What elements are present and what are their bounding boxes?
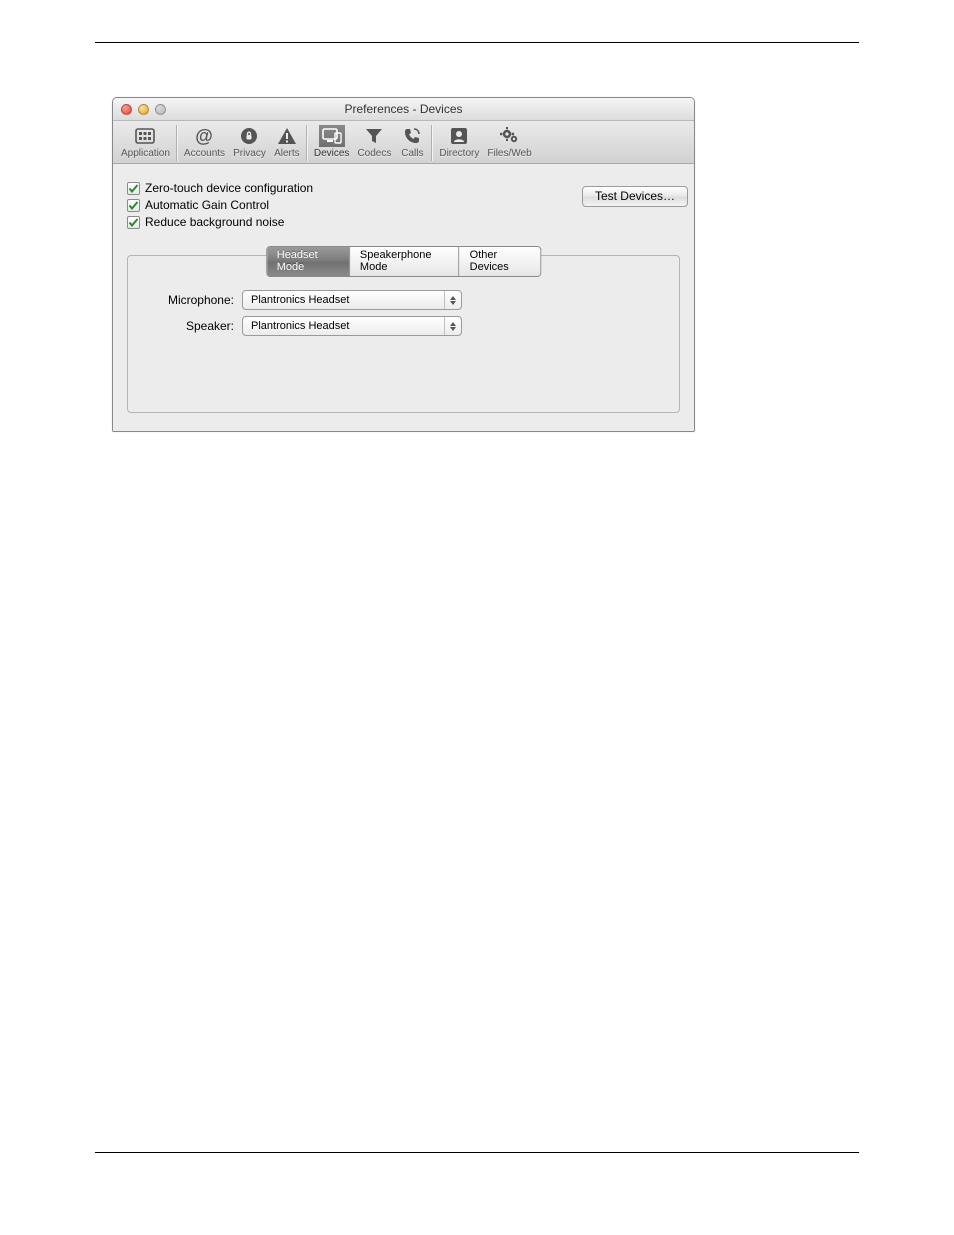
toolbar-item-directory[interactable]: Directory bbox=[435, 123, 483, 163]
checkbox-noise[interactable]: Reduce background noise bbox=[127, 215, 680, 229]
tab-other-devices[interactable]: Other Devices bbox=[460, 247, 541, 276]
toolbar-item-label: Files/Web bbox=[487, 147, 531, 161]
checkbox-label: Automatic Gain Control bbox=[145, 198, 269, 212]
toolbar-item-files-web[interactable]: Files/Web bbox=[483, 123, 535, 163]
titlebar: Preferences - Devices bbox=[113, 98, 694, 121]
window-title: Preferences - Devices bbox=[113, 102, 694, 116]
device-mode-groupbox: Headset Mode Speakerphone Mode Other Dev… bbox=[127, 255, 680, 413]
application-icon bbox=[132, 125, 158, 147]
checkbox-icon bbox=[127, 199, 140, 212]
gear-icon bbox=[497, 125, 523, 147]
toolbar-item-label: Codecs bbox=[357, 147, 391, 161]
preferences-toolbar: Application @ Accounts Privacy Alerts bbox=[113, 121, 694, 164]
stepper-arrows-icon bbox=[444, 291, 461, 309]
toolbar-item-label: Privacy bbox=[233, 147, 266, 161]
window-body: Zero-touch device configuration Automati… bbox=[113, 164, 694, 431]
checkbox-icon bbox=[127, 182, 140, 195]
toolbar-item-accounts[interactable]: @ Accounts bbox=[180, 123, 229, 163]
microphone-label: Microphone: bbox=[144, 293, 234, 307]
speaker-label: Speaker: bbox=[144, 319, 234, 333]
toolbar-item-label: Alerts bbox=[274, 147, 300, 161]
speaker-select-value: Plantronics Headset bbox=[251, 320, 349, 332]
test-devices-button[interactable]: Test Devices… bbox=[582, 186, 688, 207]
toolbar-item-label: Calls bbox=[401, 147, 423, 161]
devices-icon bbox=[319, 125, 345, 147]
stepper-arrows-icon bbox=[444, 317, 461, 335]
at-icon: @ bbox=[191, 125, 217, 147]
toolbar-item-calls[interactable]: Calls bbox=[395, 123, 429, 163]
phone-icon bbox=[399, 125, 425, 147]
checkbox-label: Zero-touch device configuration bbox=[145, 181, 313, 195]
lock-icon bbox=[236, 125, 262, 147]
svg-text:@: @ bbox=[196, 127, 214, 145]
toolbar-item-codecs[interactable]: Codecs bbox=[353, 123, 395, 163]
checkbox-label: Reduce background noise bbox=[145, 215, 284, 229]
zoom-button[interactable] bbox=[155, 104, 166, 115]
page-rule-top bbox=[95, 42, 859, 43]
toolbar-item-label: Accounts bbox=[184, 147, 225, 161]
speaker-select[interactable]: Plantronics Headset bbox=[242, 316, 462, 336]
preferences-window: Preferences - Devices Application @ Acco… bbox=[112, 97, 695, 432]
toolbar-item-alerts[interactable]: Alerts bbox=[270, 123, 304, 163]
toolbar-separator bbox=[306, 125, 308, 161]
filter-icon bbox=[361, 125, 387, 147]
traffic-lights bbox=[113, 104, 166, 115]
toolbar-item-privacy[interactable]: Privacy bbox=[229, 123, 270, 163]
toolbar-item-label: Application bbox=[121, 147, 170, 161]
toolbar-separator bbox=[176, 125, 178, 161]
tab-headset-mode[interactable]: Headset Mode bbox=[267, 247, 350, 276]
minimize-button[interactable] bbox=[138, 104, 149, 115]
toolbar-item-label: Directory bbox=[439, 147, 479, 161]
tab-speakerphone-mode[interactable]: Speakerphone Mode bbox=[350, 247, 460, 276]
page-rule-bottom bbox=[95, 1152, 859, 1153]
toolbar-item-application[interactable]: Application bbox=[117, 123, 174, 163]
microphone-select-value: Plantronics Headset bbox=[251, 294, 349, 306]
toolbar-item-devices[interactable]: Devices bbox=[310, 123, 354, 163]
contact-icon bbox=[446, 125, 472, 147]
alert-icon bbox=[274, 125, 300, 147]
microphone-select[interactable]: Plantronics Headset bbox=[242, 290, 462, 310]
device-mode-tabs: Headset Mode Speakerphone Mode Other Dev… bbox=[266, 246, 542, 277]
toolbar-separator bbox=[431, 125, 433, 161]
toolbar-item-label: Devices bbox=[314, 147, 350, 161]
close-button[interactable] bbox=[121, 104, 132, 115]
checkbox-icon bbox=[127, 216, 140, 229]
